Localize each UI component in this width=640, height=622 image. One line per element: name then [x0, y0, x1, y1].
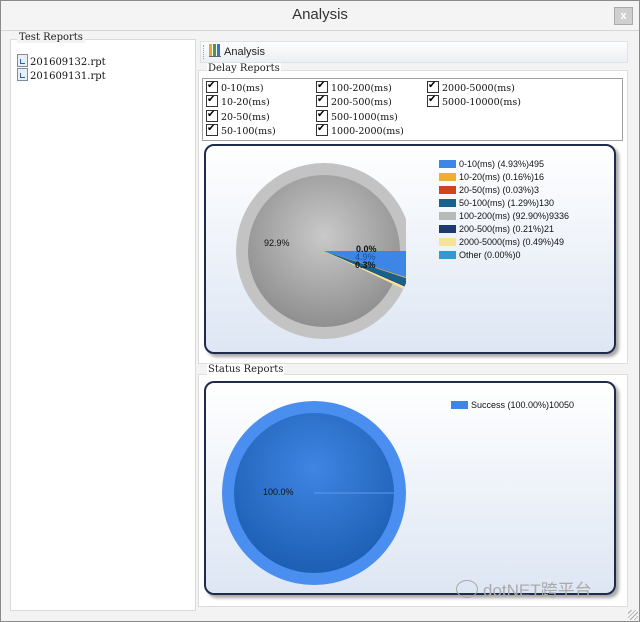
checkbox-label: 10-20(ms) — [221, 97, 270, 108]
checkbox-200-500[interactable]: 200-500(ms) — [316, 93, 392, 108]
checkbox-1000-2000[interactable]: 1000-2000(ms) — [316, 122, 404, 137]
checkbox-label: 500-1000(ms) — [331, 112, 398, 123]
file-name: 201609131.rpt — [30, 71, 106, 82]
check-icon — [316, 79, 328, 93]
checkbox-label: 100-200(ms) — [331, 83, 392, 94]
pie-label-success: 100.0% — [263, 487, 294, 497]
report-file-icon — [17, 68, 28, 81]
chat-bubble-icon — [456, 580, 478, 598]
bar-chart-icon — [209, 44, 221, 57]
report-file-icon — [17, 54, 28, 67]
legend-item: 50-100(ms) (1.29%)130 — [439, 197, 554, 209]
legend-swatch — [451, 401, 468, 409]
file-item-0[interactable]: 201609132.rpt — [17, 54, 106, 68]
legend-swatch — [439, 251, 456, 259]
checkbox-10-20[interactable]: 10-20(ms) — [206, 93, 270, 108]
checkbox-label: 2000-5000(ms) — [442, 83, 515, 94]
checkbox-20-50[interactable]: 20-50(ms) — [206, 108, 270, 123]
toolbar: Analysis — [200, 41, 628, 63]
legend-item: 2000-5000(ms) (0.49%)49 — [439, 236, 564, 248]
close-button[interactable]: x — [614, 7, 633, 25]
legend-label: Other (0.00%)0 — [459, 250, 521, 260]
legend-label: 2000-5000(ms) (0.49%)49 — [459, 237, 565, 247]
legend-label: Success (100.00%)10050 — [471, 400, 575, 410]
check-icon — [206, 108, 218, 122]
toolbar-grip[interactable] — [203, 45, 206, 59]
checkbox-label: 5000-10000(ms) — [442, 97, 521, 108]
analysis-button[interactable]: Analysis — [209, 43, 265, 61]
legend-label: 20-50(ms) (0.03%)3 — [459, 185, 540, 195]
checkbox-2000-5000[interactable]: 2000-5000(ms) — [427, 79, 515, 94]
checkbox-label: 200-500(ms) — [331, 97, 392, 108]
watermark-text: dotNET跨平台 — [483, 581, 592, 600]
legend-item: 20-50(ms) (0.03%)3 — [439, 184, 539, 196]
status-reports-title: Status Reports — [207, 364, 285, 375]
file-name: 201609132.rpt — [30, 57, 106, 68]
legend-item: 100-200(ms) (92.90%)9336 — [439, 210, 569, 222]
check-icon — [316, 122, 328, 136]
check-icon — [316, 93, 328, 107]
checkbox-100-200[interactable]: 100-200(ms) — [316, 79, 392, 94]
legend-item: 10-20(ms) (0.16%)16 — [439, 171, 544, 183]
checkbox-label: 20-50(ms) — [221, 112, 270, 123]
pie-label-3: 0.3% — [355, 260, 376, 270]
status-pie-chart — [222, 401, 406, 585]
legend-label: 200-500(ms) (0.21%)21 — [459, 224, 555, 234]
delay-reports-title: Delay Reports — [207, 63, 281, 74]
legend-item: 200-500(ms) (0.21%)21 — [439, 223, 554, 235]
checkbox-5000-10000[interactable]: 5000-10000(ms) — [427, 93, 521, 108]
check-icon — [206, 93, 218, 107]
checkbox-500-1000[interactable]: 500-1000(ms) — [316, 108, 398, 123]
checkbox-50-100[interactable]: 50-100(ms) — [206, 122, 276, 137]
delay-filter-box: 0-10(ms) 10-20(ms) 20-50(ms) 50-100(ms) … — [202, 78, 623, 141]
legend-swatch — [439, 173, 456, 181]
title-bar: Analysis x — [1, 1, 639, 31]
legend-swatch — [439, 199, 456, 207]
check-icon — [206, 79, 218, 93]
resize-grip[interactable] — [628, 610, 638, 620]
legend-item: Other (0.00%)0 — [439, 249, 521, 261]
test-reports-title: Test Reports — [17, 32, 85, 43]
status-chart-panel: 100.0% Success (100.00%)10050 — [204, 381, 616, 595]
pie-label-0: 92.9% — [264, 238, 290, 248]
check-icon — [316, 108, 328, 122]
checkbox-label: 50-100(ms) — [221, 126, 276, 137]
legend-swatch — [439, 186, 456, 194]
legend-swatch — [439, 238, 456, 246]
legend-item: Success (100.00%)10050 — [451, 399, 574, 411]
checkbox-label: 0-10(ms) — [221, 83, 264, 94]
watermark: dotNET跨平台 — [456, 576, 592, 601]
checkbox-label: 1000-2000(ms) — [331, 126, 404, 137]
legend-item: 0-10(ms) (4.93%)495 — [439, 158, 544, 170]
analysis-button-label: Analysis — [224, 46, 265, 58]
check-icon — [427, 93, 439, 107]
legend-swatch — [439, 212, 456, 220]
check-icon — [427, 79, 439, 93]
delay-chart-panel: 92.9% 0.0% 4.9% 0.3% 0-10(ms) (4.93%)495… — [204, 144, 616, 354]
legend-label: 100-200(ms) (92.90%)9336 — [459, 211, 570, 221]
legend-label: 50-100(ms) (1.29%)130 — [459, 198, 555, 208]
window-title: Analysis — [292, 6, 348, 23]
legend-label: 0-10(ms) (4.93%)495 — [459, 159, 545, 169]
legend-label: 10-20(ms) (0.16%)16 — [459, 172, 545, 182]
legend-swatch — [439, 225, 456, 233]
file-item-1[interactable]: 201609131.rpt — [17, 68, 106, 82]
legend-swatch — [439, 160, 456, 168]
test-reports-panel: Test Reports 201609132.rpt 201609131.rpt — [10, 32, 196, 611]
check-icon — [206, 122, 218, 136]
